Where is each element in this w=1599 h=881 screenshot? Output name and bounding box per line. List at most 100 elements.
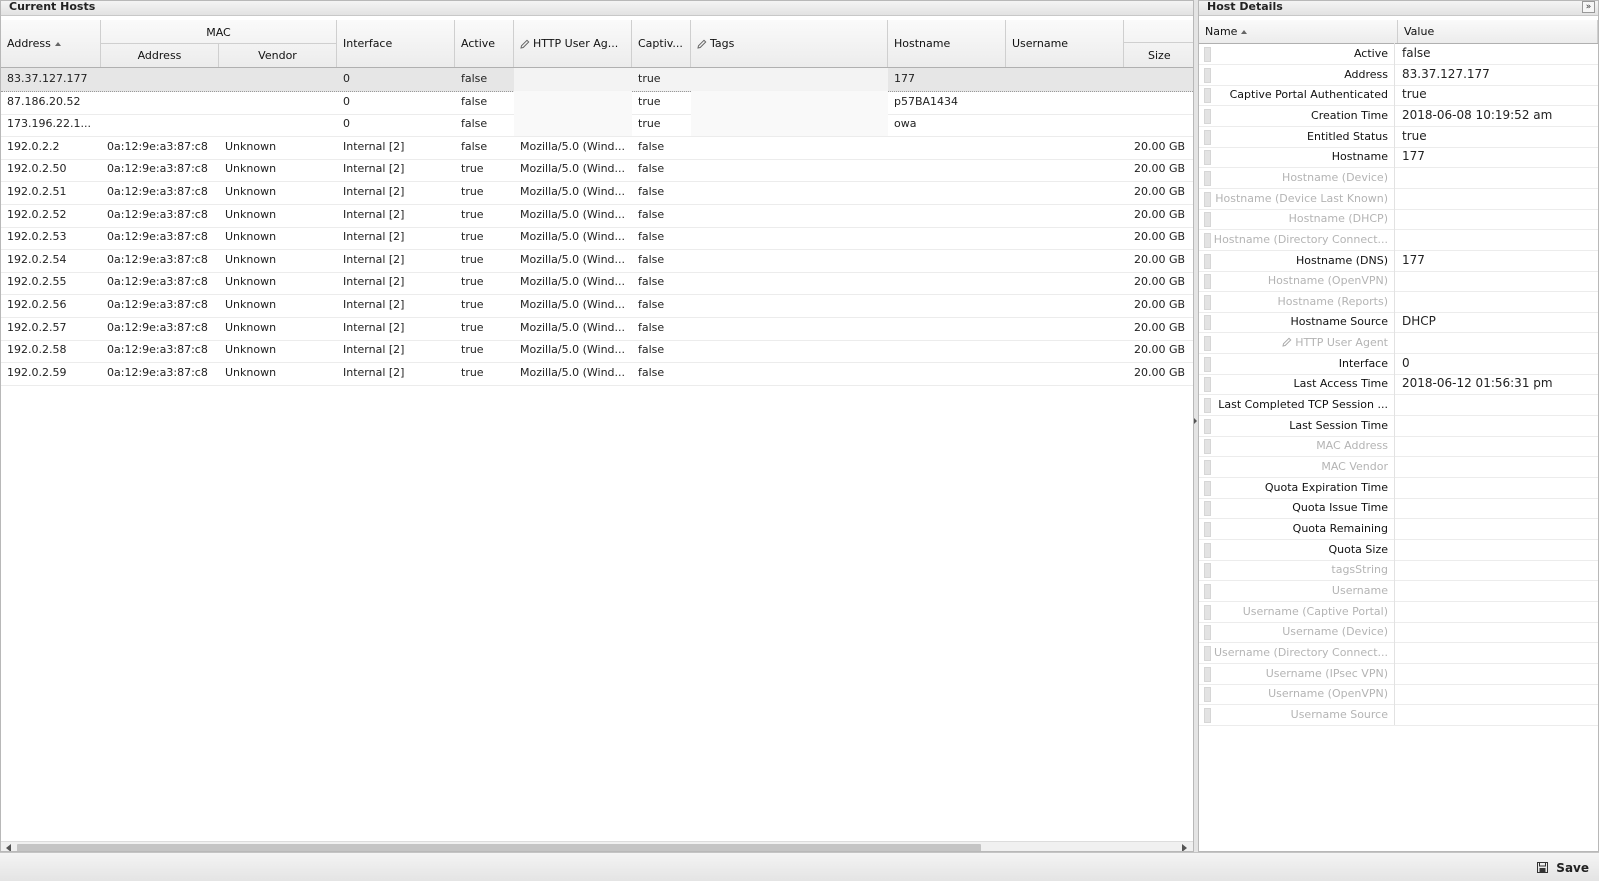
table-row[interactable]: 192.0.2.52 0a:12:9e:a3:87:c8 Unknown Intern… bbox=[1, 204, 1193, 228]
property-row[interactable]: Username (Device) bbox=[1199, 621, 1598, 644]
row-grip-icon bbox=[1204, 212, 1211, 228]
column-header-mac-vendor[interactable]: Vendor bbox=[219, 43, 337, 67]
column-header-size-label: Size bbox=[1148, 48, 1171, 62]
cell-active: true bbox=[461, 365, 484, 379]
cell-mac-vendor bbox=[219, 68, 337, 91]
table-row[interactable]: 192.0.2.55 0a:12:9e:a3:87:c8 Unknown Intern… bbox=[1, 271, 1193, 296]
property-row[interactable]: MAC Address bbox=[1199, 435, 1598, 458]
column-header-size[interactable]: Size bbox=[1124, 42, 1193, 67]
column-header-username[interactable]: Username bbox=[1006, 20, 1124, 67]
cell-tags bbox=[691, 317, 888, 340]
property-row[interactable]: Username bbox=[1199, 579, 1598, 602]
property-row[interactable]: Address 83.37.127.177 bbox=[1199, 63, 1598, 86]
property-row[interactable]: Hostname (DNS) 177 bbox=[1199, 249, 1598, 272]
property-row[interactable]: Username (IPsec VPN) bbox=[1199, 662, 1598, 685]
column-header-interface[interactable]: Interface bbox=[337, 20, 455, 67]
property-row[interactable]: Hostname (OpenVPN) bbox=[1199, 270, 1598, 293]
column-header-name[interactable]: Name bbox=[1199, 20, 1398, 43]
column-header-active-label: Active bbox=[461, 37, 496, 50]
column-header-active[interactable]: Active bbox=[455, 20, 514, 67]
cell-size: 20.00 GB bbox=[1134, 230, 1186, 244]
scroll-left-icon[interactable] bbox=[6, 844, 11, 851]
property-row[interactable]: HTTP User Agent bbox=[1199, 332, 1598, 355]
property-row[interactable]: tagsString bbox=[1199, 559, 1598, 582]
property-name-label: Hostname (Reports) bbox=[1277, 294, 1388, 308]
property-row[interactable]: Quota Size bbox=[1199, 538, 1598, 561]
table-row[interactable]: 192.0.2.50 0a:12:9e:a3:87:c8 Unknown Intern… bbox=[1, 158, 1193, 183]
cell-http-user-agent: Mozilla/5.0 (Wind... bbox=[520, 275, 626, 289]
table-row[interactable]: 87.186.20.52 0 false true p57BA1434 bbox=[1, 90, 1193, 115]
property-name-label: Entitled Status bbox=[1307, 129, 1388, 143]
property-value: 177 bbox=[1402, 149, 1425, 164]
cell-size: 20.00 GB bbox=[1134, 207, 1186, 221]
table-row[interactable]: 83.37.127.177 0 false true 177 bbox=[1, 68, 1193, 92]
table-row[interactable]: 192.0.2.58 0a:12:9e:a3:87:c8 Unknown Intern… bbox=[1, 339, 1193, 364]
property-row[interactable]: Active false bbox=[1199, 43, 1598, 65]
property-row[interactable]: Captive Portal Authenticated true bbox=[1199, 84, 1598, 107]
property-row[interactable]: Username (Captive Portal) bbox=[1199, 600, 1598, 623]
column-header-value[interactable]: Value bbox=[1398, 20, 1598, 43]
property-row[interactable]: Hostname (Device) bbox=[1199, 166, 1598, 189]
property-name-label: HTTP User Agent bbox=[1295, 336, 1388, 350]
table-row[interactable]: 173.196.22.1... 0 false true owa bbox=[1, 113, 1193, 138]
property-row[interactable]: Entitled Status true bbox=[1199, 125, 1598, 148]
property-row[interactable]: Quota Remaining bbox=[1199, 517, 1598, 540]
property-row[interactable]: Last Access Time 2018-06-12 01:56:31 pm bbox=[1199, 373, 1598, 396]
property-name: Last Completed TCP Session ... bbox=[1213, 394, 1395, 416]
property-name-label: Last Session Time bbox=[1289, 418, 1388, 432]
property-row[interactable]: Interface 0 bbox=[1199, 352, 1598, 375]
column-header-address[interactable]: Address bbox=[1, 20, 101, 67]
property-row[interactable]: Username (OpenVPN) bbox=[1199, 683, 1598, 706]
property-row[interactable]: Quota Issue Time bbox=[1199, 497, 1598, 520]
cell-active: false bbox=[461, 94, 488, 108]
cell-interface: Internal [2] bbox=[343, 252, 405, 266]
scroll-right-icon[interactable] bbox=[1182, 844, 1187, 851]
property-row[interactable]: Hostname Source DHCP bbox=[1199, 311, 1598, 334]
cell-active: true bbox=[461, 343, 484, 357]
cell-username bbox=[1006, 226, 1124, 249]
pencil-icon bbox=[1282, 337, 1292, 347]
table-row[interactable]: 192.0.2.53 0a:12:9e:a3:87:c8 Unknown Intern… bbox=[1, 226, 1193, 251]
splitter-grip-icon[interactable] bbox=[1194, 418, 1197, 424]
table-row[interactable]: 192.0.2.2 0a:12:9e:a3:87:c8 Unknown Interna… bbox=[1, 136, 1193, 160]
row-grip-icon bbox=[1204, 336, 1211, 352]
property-row[interactable]: Hostname (Directory Connect... bbox=[1199, 228, 1598, 251]
cell-username bbox=[1006, 113, 1124, 136]
property-row[interactable]: Hostname (Device Last Known) bbox=[1199, 187, 1598, 210]
table-row[interactable]: 192.0.2.57 0a:12:9e:a3:87:c8 Unknown Intern… bbox=[1, 317, 1193, 341]
cell-mac-address bbox=[101, 68, 219, 91]
table-row[interactable]: 192.0.2.54 0a:12:9e:a3:87:c8 Unknown Intern… bbox=[1, 249, 1193, 273]
cell-http-user-agent: Mozilla/5.0 (Wind... bbox=[520, 252, 626, 266]
property-row[interactable]: Username Source bbox=[1199, 703, 1598, 726]
property-row[interactable]: Hostname (DHCP) bbox=[1199, 208, 1598, 231]
property-name: Last Access Time bbox=[1213, 373, 1395, 395]
table-row[interactable]: 192.0.2.56 0a:12:9e:a3:87:c8 Unknown Intern… bbox=[1, 294, 1193, 318]
column-header-captive[interactable]: Captiv... bbox=[632, 20, 691, 67]
property-row[interactable]: MAC Vendor bbox=[1199, 456, 1598, 478]
property-name-label: Quota Remaining bbox=[1292, 521, 1388, 535]
column-header-mac-address[interactable]: Address bbox=[101, 43, 219, 67]
column-header-hostname[interactable]: Hostname bbox=[888, 20, 1006, 67]
scrollbar-thumb[interactable] bbox=[17, 844, 981, 851]
property-row[interactable]: Creation Time 2018-06-08 10:19:52 am bbox=[1199, 104, 1598, 127]
pencil-icon bbox=[520, 39, 530, 49]
property-value bbox=[1402, 497, 1592, 518]
property-row[interactable]: Quota Expiration Time bbox=[1199, 476, 1598, 499]
cell-size: 20.00 GB bbox=[1134, 252, 1186, 266]
horizontal-scrollbar[interactable] bbox=[1, 841, 1193, 851]
property-row[interactable]: Hostname 177 bbox=[1199, 146, 1598, 169]
column-header-tags[interactable]: Tags bbox=[691, 20, 888, 67]
table-row[interactable]: 192.0.2.51 0a:12:9e:a3:87:c8 Unknown Intern… bbox=[1, 181, 1193, 205]
row-grip-icon bbox=[1204, 253, 1211, 269]
collapse-panel-icon[interactable]: » bbox=[1582, 1, 1595, 13]
cell-tags bbox=[691, 204, 888, 227]
property-row[interactable]: Hostname (Reports) bbox=[1199, 290, 1598, 313]
property-value bbox=[1402, 642, 1592, 663]
save-button[interactable]: Save bbox=[1537, 859, 1589, 876]
property-row[interactable]: Last Completed TCP Session ... bbox=[1199, 394, 1598, 417]
table-row[interactable]: 192.0.2.59 0a:12:9e:a3:87:c8 Unknown Intern… bbox=[1, 362, 1193, 386]
property-name-label: Hostname (DHCP) bbox=[1288, 212, 1388, 226]
property-row[interactable]: Last Session Time bbox=[1199, 414, 1598, 437]
column-header-http-user-agent[interactable]: HTTP User Ag... bbox=[514, 20, 632, 67]
property-row[interactable]: Username (Directory Connect... bbox=[1199, 641, 1598, 664]
